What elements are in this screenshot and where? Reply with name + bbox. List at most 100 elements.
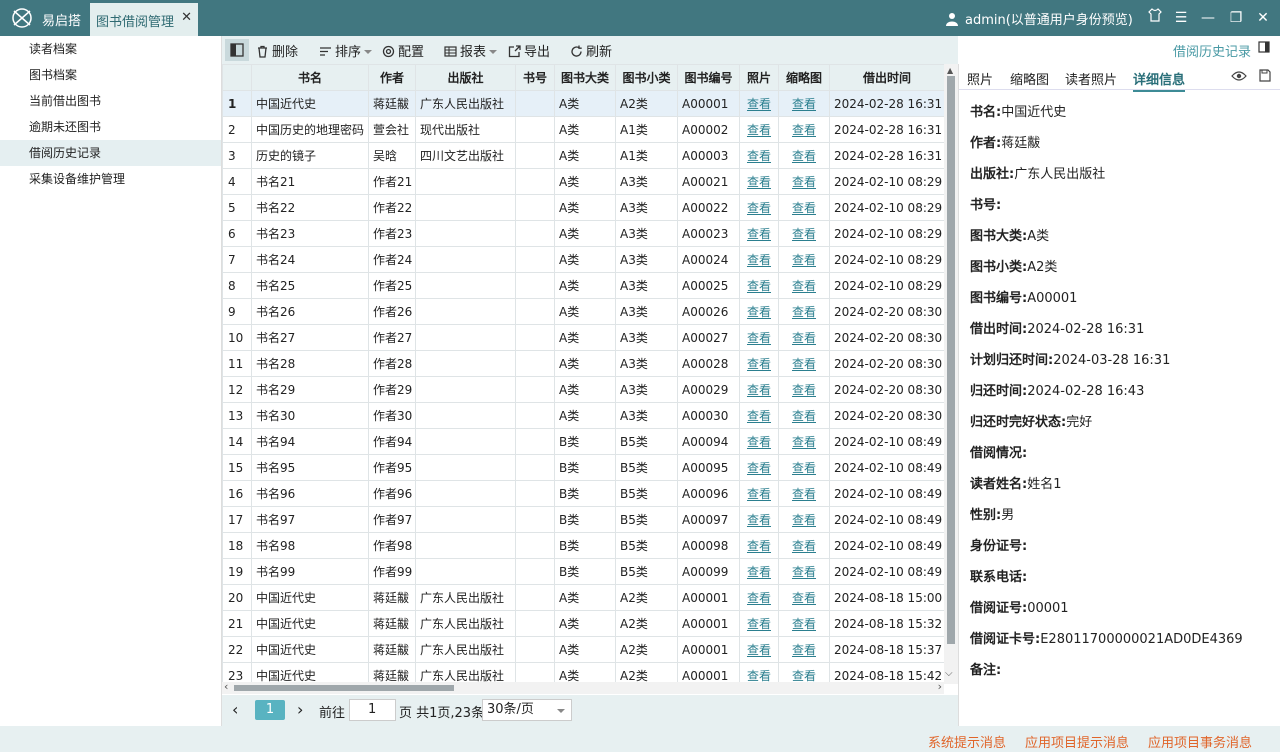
view-photo-link[interactable]: 查看 bbox=[739, 142, 779, 169]
tab-photo[interactable]: 照片 bbox=[967, 69, 993, 88]
table-row[interactable]: 7 书名24 作者24 A类 A3类 A00024 查看 查看 2024-02-10 08:29 bbox=[222, 246, 944, 273]
table-row[interactable]: 11 书名28 作者28 A类 A3类 A00028 查看 查看 2024-02-20 08:3… bbox=[222, 350, 944, 377]
current-page-button[interactable]: 1 bbox=[255, 700, 285, 720]
horizontal-scrollbar[interactable]: ‹ › bbox=[222, 680, 944, 694]
delete-button[interactable]: 删除 bbox=[256, 41, 298, 60]
table-row[interactable]: 13 书名30 作者30 A类 A3类 A00030 查看 查看 2024-02-20 08:3… bbox=[222, 402, 944, 429]
view-thumbnail-link[interactable]: 查看 bbox=[778, 584, 830, 611]
view-photo-link[interactable]: 查看 bbox=[739, 402, 779, 429]
column-header[interactable]: 图书大类 bbox=[554, 64, 616, 91]
view-photo-link[interactable]: 查看 bbox=[739, 584, 779, 611]
table-row[interactable]: 1 中国近代史 蒋廷黻 广东人民出版社 A类 A2类 A00001 查看 查看 2024-02-2… bbox=[222, 90, 944, 117]
column-header[interactable]: 图书小类 bbox=[615, 64, 678, 91]
view-photo-link[interactable]: 查看 bbox=[739, 480, 779, 507]
app-message-link[interactable]: 应用项目提示消息 bbox=[1025, 732, 1129, 751]
table-row[interactable]: 14 书名94 作者94 B类 B5类 A00094 查看 查看 2024-02-10 08:4… bbox=[222, 428, 944, 455]
table-row[interactable]: 15 书名95 作者95 B类 B5类 A00095 查看 查看 2024-02-10 08:4… bbox=[222, 454, 944, 481]
toggle-right-panel-icon[interactable] bbox=[1258, 41, 1270, 57]
view-thumbnail-link[interactable]: 查看 bbox=[778, 116, 830, 143]
column-header[interactable]: 出版社 bbox=[415, 64, 516, 91]
view-photo-link[interactable]: 查看 bbox=[739, 272, 779, 299]
view-photo-link[interactable]: 查看 bbox=[739, 454, 779, 481]
table-row[interactable]: 6 书名23 作者23 A类 A3类 A00023 查看 查看 2024-02-10 08:29 bbox=[222, 220, 944, 247]
view-photo-link[interactable]: 查看 bbox=[739, 376, 779, 403]
table-row[interactable]: 9 书名26 作者26 A类 A3类 A00026 查看 查看 2024-02-20 08:30 bbox=[222, 298, 944, 325]
user-menu[interactable]: admin(以普通用户身份预览) bbox=[945, 9, 1133, 28]
horizontal-scroll-thumb[interactable] bbox=[234, 685, 454, 691]
column-header[interactable]: 作者 bbox=[368, 64, 416, 91]
view-thumbnail-link[interactable]: 查看 bbox=[778, 298, 830, 325]
table-row[interactable]: 4 书名21 作者21 A类 A3类 A00021 查看 查看 2024-02-10 08:29 bbox=[222, 168, 944, 195]
view-thumbnail-link[interactable]: 查看 bbox=[778, 480, 830, 507]
view-thumbnail-link[interactable]: 查看 bbox=[778, 636, 830, 663]
column-header[interactable]: 照片 bbox=[739, 64, 779, 91]
view-photo-link[interactable]: 查看 bbox=[739, 428, 779, 455]
save-icon[interactable] bbox=[1259, 69, 1271, 86]
sidebar-item-overdue[interactable]: 逾期未还图书 bbox=[0, 114, 221, 140]
column-header[interactable]: 借出时间 bbox=[829, 64, 944, 91]
view-thumbnail-link[interactable]: 查看 bbox=[778, 272, 830, 299]
view-photo-link[interactable]: 查看 bbox=[739, 246, 779, 273]
table-row[interactable]: 16 书名96 作者96 B类 B5类 A00096 查看 查看 2024-02-10 08:4… bbox=[222, 480, 944, 507]
table-row[interactable]: 3 历史的镜子 吴晗 四川文艺出版社 A类 A1类 A00003 查看 查看 2024-02-28… bbox=[222, 142, 944, 169]
view-thumbnail-link[interactable]: 查看 bbox=[778, 246, 830, 273]
refresh-button[interactable]: 刷新 bbox=[570, 41, 612, 60]
view-photo-link[interactable]: 查看 bbox=[739, 90, 779, 117]
skin-icon[interactable] bbox=[1145, 8, 1165, 28]
view-thumbnail-link[interactable]: 查看 bbox=[778, 168, 830, 195]
table-row[interactable]: 18 书名98 作者98 B类 B5类 A00098 查看 查看 2024-02-10 08:4… bbox=[222, 532, 944, 559]
sidebar-item-current-borrowed[interactable]: 当前借出图书 bbox=[0, 88, 221, 114]
sidebar-item-book-archive[interactable]: 图书档案 bbox=[0, 62, 221, 88]
view-photo-link[interactable]: 查看 bbox=[739, 220, 779, 247]
eye-icon[interactable] bbox=[1231, 70, 1247, 86]
view-thumbnail-link[interactable]: 查看 bbox=[778, 402, 830, 429]
column-header[interactable]: 缩略图 bbox=[778, 64, 830, 91]
view-thumbnail-link[interactable]: 查看 bbox=[778, 454, 830, 481]
view-thumbnail-link[interactable]: 查看 bbox=[778, 350, 830, 377]
table-row[interactable]: 8 书名25 作者25 A类 A3类 A00025 查看 查看 2024-02-10 08:29 bbox=[222, 272, 944, 299]
view-thumbnail-link[interactable]: 查看 bbox=[778, 90, 830, 117]
prev-page-icon[interactable]: ‹ bbox=[232, 700, 238, 719]
config-button[interactable]: 配置 bbox=[382, 41, 424, 60]
table-row[interactable]: 23 中国近代史 蒋廷黻 广东人民出版社 A类 A2类 A00001 查看 查看 2024-08-… bbox=[222, 662, 944, 684]
minimize-icon[interactable]: — bbox=[1198, 8, 1218, 28]
app-transaction-message-link[interactable]: 应用项目事务消息 bbox=[1148, 732, 1252, 751]
vertical-scroll-thumb[interactable] bbox=[947, 76, 955, 644]
vertical-scrollbar[interactable]: ▲ ⌵ bbox=[944, 64, 958, 684]
menu-icon[interactable]: ☰ bbox=[1171, 8, 1191, 28]
window-close-icon[interactable]: ✕ bbox=[1253, 8, 1273, 28]
view-thumbnail-link[interactable]: 查看 bbox=[778, 142, 830, 169]
tab-details[interactable]: 详细信息 bbox=[1133, 69, 1186, 92]
table-row[interactable]: 19 书名99 作者99 B类 B5类 A00099 查看 查看 2024-02-10 08:4… bbox=[222, 558, 944, 585]
view-thumbnail-link[interactable]: 查看 bbox=[778, 506, 830, 533]
column-header[interactable]: 图书编号 bbox=[677, 64, 740, 91]
view-photo-link[interactable]: 查看 bbox=[739, 298, 779, 325]
view-photo-link[interactable]: 查看 bbox=[739, 116, 779, 143]
sidebar-item-reader-archive[interactable]: 读者档案 bbox=[0, 36, 221, 62]
view-thumbnail-link[interactable]: 查看 bbox=[778, 532, 830, 559]
view-photo-link[interactable]: 查看 bbox=[739, 350, 779, 377]
view-photo-link[interactable]: 查看 bbox=[739, 324, 779, 351]
export-button[interactable]: 导出 bbox=[508, 41, 550, 60]
tab-thumbnail[interactable]: 缩略图 bbox=[1010, 69, 1049, 88]
view-photo-link[interactable]: 查看 bbox=[739, 636, 779, 663]
table-row[interactable]: 20 中国近代史 蒋廷黻 广东人民出版社 A类 A2类 A00001 查看 查看 2024-08-… bbox=[222, 584, 944, 611]
column-header[interactable]: 书名 bbox=[251, 64, 369, 91]
system-message-link[interactable]: 系统提示消息 bbox=[928, 732, 1006, 751]
view-thumbnail-link[interactable]: 查看 bbox=[778, 220, 830, 247]
tab-reader-photo[interactable]: 读者照片 bbox=[1065, 69, 1117, 88]
toggle-sidebar-button[interactable] bbox=[225, 39, 249, 61]
view-photo-link[interactable]: 查看 bbox=[739, 662, 779, 684]
table-row[interactable]: 5 书名22 作者22 A类 A3类 A00022 查看 查看 2024-02-10 08:29 bbox=[222, 194, 944, 221]
scroll-left-icon[interactable]: ‹ bbox=[224, 680, 228, 693]
table-row[interactable]: 22 中国近代史 蒋廷黻 广东人民出版社 A类 A2类 A00001 查看 查看 2024-08-… bbox=[222, 636, 944, 663]
view-photo-link[interactable]: 查看 bbox=[739, 506, 779, 533]
view-thumbnail-link[interactable]: 查看 bbox=[778, 428, 830, 455]
view-thumbnail-link[interactable]: 查看 bbox=[778, 324, 830, 351]
scroll-right-icon[interactable]: › bbox=[938, 680, 942, 693]
next-page-icon[interactable]: › bbox=[297, 700, 303, 719]
report-button[interactable]: 报表 bbox=[444, 41, 498, 60]
scroll-up-icon[interactable]: ▲ bbox=[947, 66, 953, 75]
scroll-down-icon[interactable]: ⌵ bbox=[945, 668, 953, 679]
table-row[interactable]: 17 书名97 作者97 B类 B5类 A00097 查看 查看 2024-02-10 08:4… bbox=[222, 506, 944, 533]
